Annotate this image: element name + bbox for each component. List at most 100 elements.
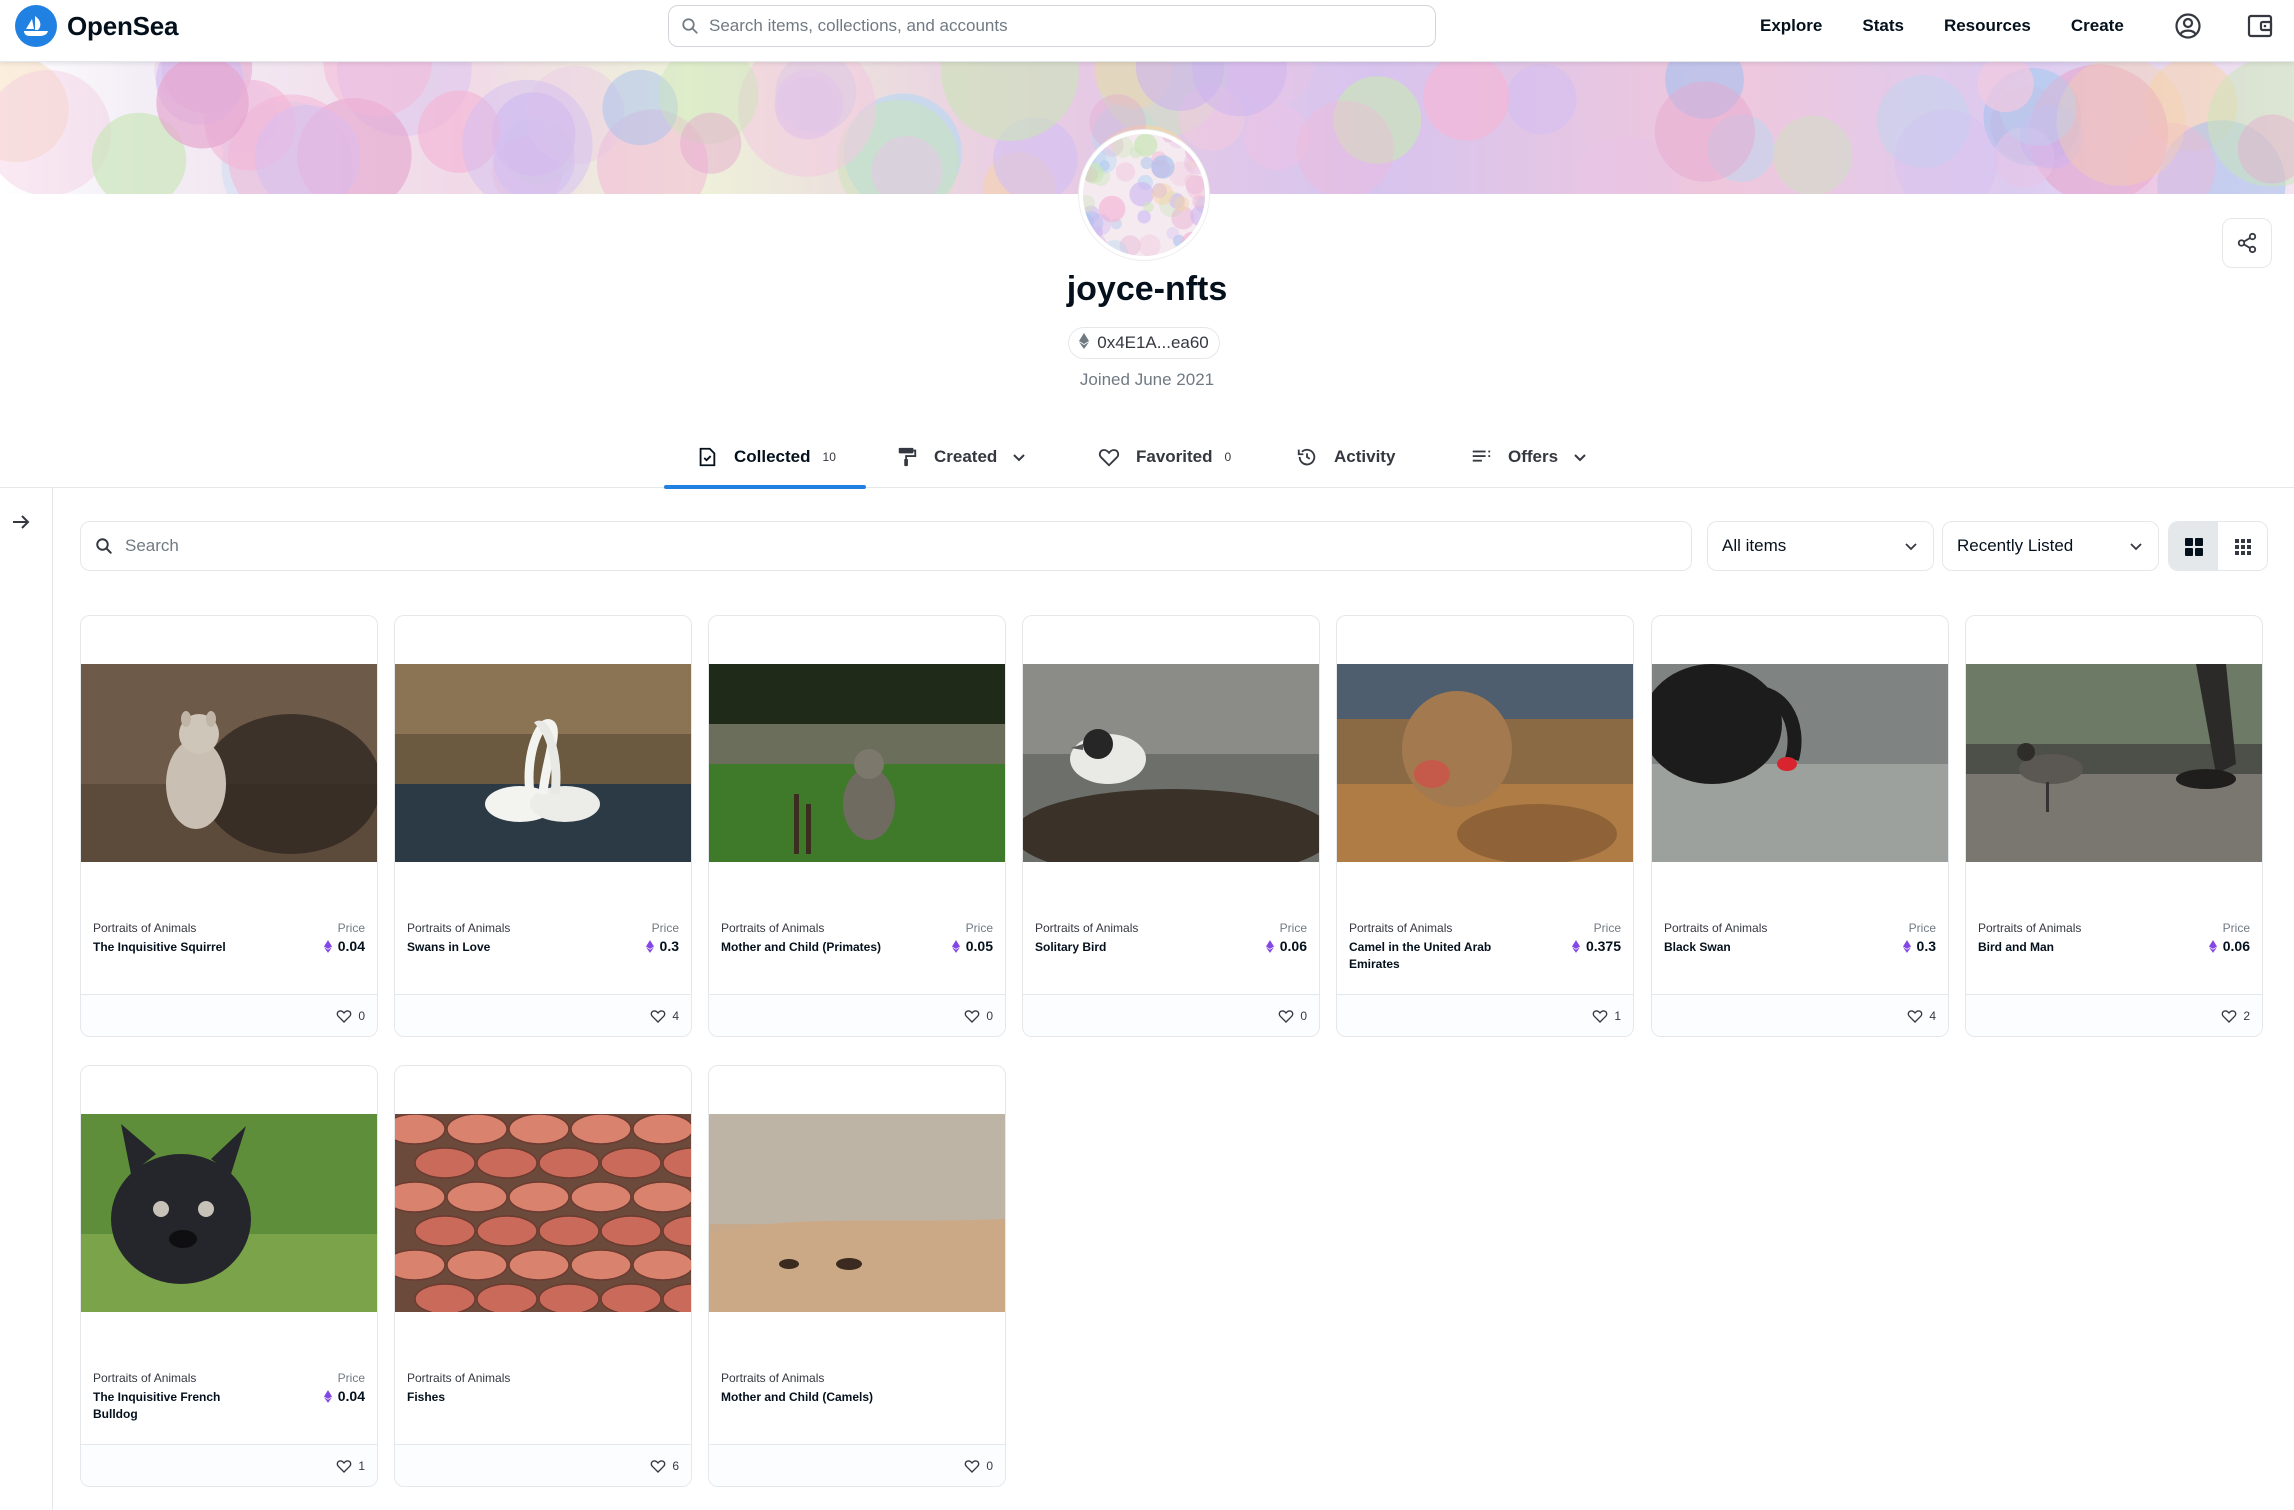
wallet-address-pill[interactable]: 0x4E1A...ea60 <box>1068 327 1220 359</box>
nft-collection-name: Portraits of Animals <box>1978 921 2082 935</box>
favorite-heart-icon[interactable] <box>336 1008 352 1024</box>
nft-collection-name: Portraits of Animals <box>407 1371 511 1385</box>
price-amount: 0.04 <box>337 1388 365 1404</box>
nft-price: 0.05 <box>951 938 993 954</box>
nft-card[interactable]: Portraits of Animals Camel in the United… <box>1336 615 1634 1037</box>
opensea-logo[interactable]: OpenSea <box>15 5 179 47</box>
items-search-box[interactable] <box>80 521 1692 571</box>
tab-offers-label: Offers <box>1508 446 1559 466</box>
nft-image[interactable] <box>709 664 1005 862</box>
history-icon <box>1297 448 1316 465</box>
nft-card-footer: 0 <box>709 1444 1005 1486</box>
nft-artwork <box>1652 664 1948 862</box>
ethereum-icon <box>1079 332 1090 354</box>
favorite-heart-icon[interactable] <box>964 1458 980 1474</box>
nft-info: Portraits of Animals Black Swan Price 0.… <box>1664 921 1936 991</box>
ethereum-icon <box>645 939 654 953</box>
share-button[interactable] <box>2222 218 2272 268</box>
nft-card[interactable]: Portraits of Animals The Inquisitive Fre… <box>80 1065 378 1487</box>
favorite-heart-icon[interactable] <box>964 1008 980 1024</box>
nav-resources[interactable]: Resources <box>1944 16 2031 36</box>
chevron-down-icon <box>1905 543 1917 551</box>
nft-image[interactable] <box>395 1114 691 1312</box>
favorite-heart-icon[interactable] <box>1907 1008 1923 1024</box>
favorite-count: 0 <box>1300 1008 1307 1023</box>
small-grid-button[interactable] <box>2218 522 2267 570</box>
nav-stats[interactable]: Stats <box>1862 16 1904 36</box>
nft-image[interactable] <box>395 664 691 862</box>
nft-image[interactable] <box>81 1114 377 1312</box>
price-label: Price <box>337 1371 365 1385</box>
items-filter-select[interactable]: All items <box>1707 521 1934 571</box>
account-icon[interactable] <box>2174 12 2202 40</box>
nft-collection-name: Portraits of Animals <box>93 921 197 935</box>
nft-price: 0.3 <box>1902 938 1936 954</box>
favorite-heart-icon[interactable] <box>2221 1008 2237 1024</box>
nft-card-footer: 1 <box>1337 994 1633 1036</box>
nft-info: Portraits of Animals The Inquisitive Fre… <box>93 1371 365 1441</box>
tab-favorited-label: Favorited <box>1136 446 1213 466</box>
nft-card[interactable]: Portraits of Animals Swans in Love Price… <box>394 615 692 1037</box>
ethereum-icon <box>1571 939 1580 953</box>
nft-image[interactable] <box>81 664 377 862</box>
nft-info: Portraits of Animals The Inquisitive Squ… <box>93 921 365 991</box>
sort-select[interactable]: Recently Listed <box>1942 521 2159 571</box>
price-label: Price <box>1593 921 1621 935</box>
large-grid-button[interactable] <box>2169 522 2218 570</box>
filter-sidebar-collapsed <box>0 488 53 1510</box>
profile-avatar[interactable] <box>1079 130 1209 260</box>
nft-card[interactable]: Portraits of Animals Black Swan Price 0.… <box>1651 615 1949 1037</box>
nft-card[interactable]: Portraits of Animals Solitary Bird Price… <box>1022 615 1320 1037</box>
nft-title: Solitary Bird <box>1035 940 1107 954</box>
tab-favorited[interactable]: Favorited 0 <box>1098 425 1231 488</box>
nft-card-footer: 0 <box>709 994 1005 1036</box>
favorite-count: 0 <box>986 1008 993 1023</box>
tab-collected[interactable]: Collected 10 <box>664 425 866 489</box>
nft-price: 0.04 <box>323 938 365 954</box>
nft-card[interactable]: Portraits of Animals Mother and Child (C… <box>708 1065 1006 1487</box>
price-amount: 0.06 <box>1279 938 1307 954</box>
nft-card[interactable]: Portraits of Animals Mother and Child (P… <box>708 615 1006 1037</box>
nft-image[interactable] <box>1023 664 1319 862</box>
items-search-input[interactable] <box>125 536 1625 556</box>
global-search-box[interactable] <box>668 5 1436 47</box>
nft-image[interactable] <box>1337 664 1633 862</box>
nft-info: Portraits of Animals Mother and Child (C… <box>721 1371 993 1441</box>
price-amount: 0.3 <box>659 938 679 954</box>
nav-create[interactable]: Create <box>2071 16 2124 36</box>
ethereum-icon <box>323 939 332 953</box>
tab-offers[interactable]: Offers <box>1470 425 1588 488</box>
nft-collection-name: Portraits of Animals <box>721 1371 825 1385</box>
nft-info: Portraits of Animals Mother and Child (P… <box>721 921 993 991</box>
nft-card[interactable]: Portraits of Animals The Inquisitive Squ… <box>80 615 378 1037</box>
nft-card-footer: 6 <box>395 1444 691 1486</box>
wallet-icon[interactable] <box>2246 12 2274 40</box>
arrow-right-icon[interactable] <box>9 510 33 534</box>
profile-username: joyce-nfts <box>1066 270 1228 308</box>
nft-image[interactable] <box>709 1114 1005 1312</box>
favorite-heart-icon[interactable] <box>650 1008 666 1024</box>
nft-artwork <box>1337 664 1633 862</box>
nft-card[interactable]: Portraits of Animals Bird and Man Price … <box>1965 615 2263 1037</box>
nft-image[interactable] <box>1966 664 2262 862</box>
tab-created[interactable]: Created <box>896 425 1027 488</box>
nft-artwork <box>709 1114 1005 1312</box>
favorite-heart-icon[interactable] <box>336 1458 352 1474</box>
nft-title: The Inquisitive French Bulldog <box>93 1390 221 1421</box>
favorite-count: 2 <box>2243 1008 2250 1023</box>
nft-info: Portraits of Animals Fishes <box>407 1371 679 1441</box>
favorite-heart-icon[interactable] <box>1592 1008 1608 1024</box>
favorite-heart-icon[interactable] <box>650 1458 666 1474</box>
tab-activity[interactable]: Activity <box>1296 425 1395 488</box>
chevron-down-icon <box>1013 453 1026 461</box>
nft-card[interactable]: Portraits of Animals Fishes 6 <box>394 1065 692 1487</box>
favorite-heart-icon[interactable] <box>1278 1008 1294 1024</box>
chevron-down-icon <box>1574 453 1586 461</box>
joined-date: Joined June 2021 <box>1079 370 1215 389</box>
nav-explore[interactable]: Explore <box>1760 16 1822 36</box>
opensea-logo-icon <box>15 5 57 47</box>
collected-icon <box>699 447 716 466</box>
nft-image[interactable] <box>1652 664 1948 862</box>
global-search-input[interactable] <box>709 16 1389 36</box>
search-icon <box>682 18 698 34</box>
